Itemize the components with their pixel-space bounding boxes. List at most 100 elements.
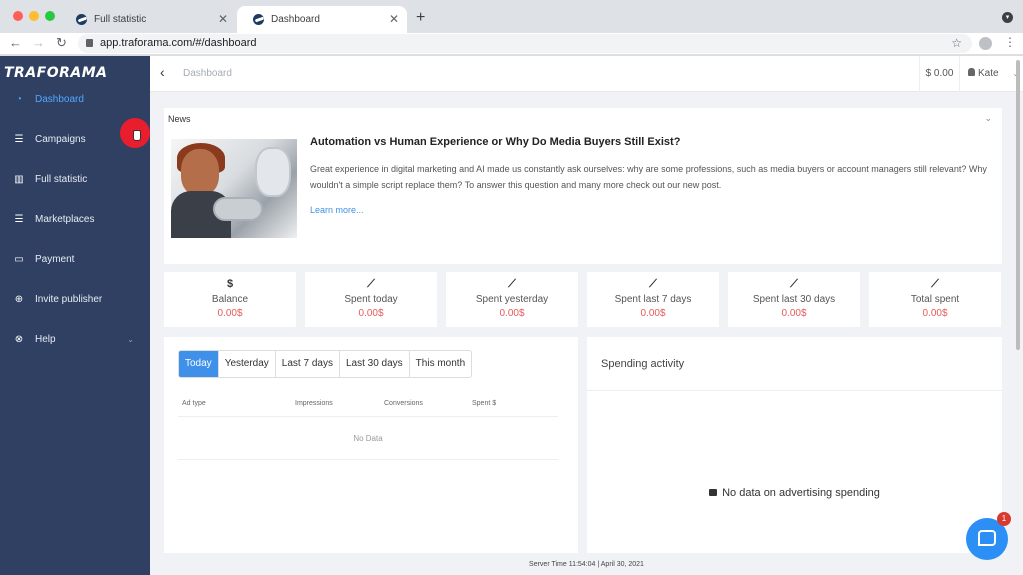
tab-close-icon[interactable]: ✕	[389, 12, 399, 26]
stat-label: Total spent	[910, 294, 960, 305]
user-icon	[968, 68, 975, 76]
tab-title: Full statistic	[94, 14, 147, 25]
image-robot-shape	[255, 147, 291, 197]
sidebar-item-label: Payment	[35, 253, 75, 265]
sidebar-item-payment[interactable]: ▭ Payment	[0, 240, 150, 278]
click-indicator-cursor	[120, 118, 150, 148]
trend-chart-icon: ⟋	[931, 278, 939, 290]
back-chevron-icon[interactable]: ‹	[160, 64, 165, 80]
news-article-image	[171, 139, 297, 238]
stat-label: Spent today	[344, 294, 398, 305]
stat-label: Balance	[211, 294, 249, 305]
filter-yesterday-button[interactable]: Yesterday	[219, 351, 276, 377]
column-header[interactable]: Ad type	[182, 400, 206, 407]
chat-launcher-button[interactable]: 1	[966, 512, 1011, 560]
filter-last-7-days-button[interactable]: Last 7 days	[276, 351, 340, 377]
maximize-window-button[interactable]	[45, 11, 55, 21]
browser-tab-dashboard[interactable]: Dashboard ✕	[237, 6, 407, 33]
credit-card-icon: ▭	[14, 253, 24, 265]
collapse-chevron-icon[interactable]: ⌄	[984, 113, 992, 124]
dollar-icon: $	[226, 278, 234, 290]
column-header[interactable]: Spent $	[472, 400, 496, 407]
filter-today-button[interactable]: Today	[179, 351, 219, 377]
trend-chart-icon: ⟋	[790, 278, 798, 290]
stat-card-spent-last-30-days: ⟋ Spent last 30 days 0.00$	[728, 272, 860, 327]
sidebar-item-label: Dashboard	[35, 93, 84, 105]
sidebar-item-invite-publisher[interactable]: ⊕ Invite publisher	[0, 280, 150, 318]
traforama-favicon-icon	[253, 14, 264, 25]
chat-bubble-icon	[978, 530, 996, 546]
browser-tab-bar: Full statistic ✕ Dashboard ✕ + ▾	[0, 0, 1023, 33]
forward-arrow-icon[interactable]: →	[32, 35, 45, 50]
bar-chart-icon: ▥	[14, 173, 24, 185]
lock-icon	[86, 39, 93, 47]
plus-circle-icon: ⊕	[14, 293, 24, 305]
trend-chart-icon: ⟋	[649, 278, 657, 290]
chevron-down-icon: ⌄	[127, 334, 134, 344]
spending-empty-text: No data on advertising spending	[722, 487, 880, 499]
wallet-icon	[709, 489, 718, 496]
spending-activity-card: Spending activity No data on advertising…	[587, 337, 1002, 553]
header-balance[interactable]: $ 0.00	[919, 56, 959, 92]
bookmark-star-icon[interactable]: ☆	[951, 34, 962, 53]
tab-title: Dashboard	[271, 14, 320, 25]
stat-card-spent-yesterday: ⟋ Spent yesterday 0.00$	[446, 272, 578, 327]
period-filter-group: Today Yesterday Last 7 days Last 30 days…	[178, 350, 473, 378]
sidebar-item-marketplaces[interactable]: ☰ Marketplaces	[0, 200, 150, 238]
notification-badge: 1	[997, 512, 1011, 526]
stat-value: 0.00$	[358, 308, 384, 319]
user-menu[interactable]: Kate ⌄	[959, 56, 1023, 92]
spending-empty-state: No data on advertising spending	[587, 487, 1002, 499]
image-face-shape	[181, 149, 219, 195]
new-tab-button[interactable]: +	[416, 9, 425, 27]
back-arrow-icon[interactable]: ←	[9, 35, 22, 50]
sidebar-item-dashboard[interactable]: ◔ Dashboard	[0, 80, 150, 118]
sidebar-item-full-statistic[interactable]: ▥ Full statistic	[0, 160, 150, 198]
minimize-window-button[interactable]	[29, 11, 39, 21]
news-card: News ⌄ Automation vs Human Experience or…	[164, 108, 1002, 264]
app-root: TRAFORAMA ◔ Dashboard ☰ Campaigns ▥ Full…	[0, 56, 1023, 575]
server-time: Server Time 11:54:04 | April 30, 2021	[529, 561, 644, 568]
help-circle-icon: ⊗	[14, 333, 24, 345]
sidebar-item-label: Campaigns	[35, 133, 86, 145]
column-header[interactable]: Impressions	[295, 400, 333, 407]
news-heading: News	[168, 114, 191, 124]
filter-this-month-button[interactable]: This month	[410, 351, 471, 377]
divider	[587, 390, 1002, 391]
stat-value: 0.00$	[217, 308, 243, 319]
more-menu-icon[interactable]: ⋮	[1004, 35, 1016, 49]
spending-activity-title: Spending activity	[601, 358, 685, 370]
browser-toolbar: ← → ↻ app.traforama.com/#/dashboard ☆ ⋮	[0, 33, 1023, 55]
stat-card-balance: $ Balance 0.00$	[164, 272, 296, 327]
trend-chart-icon: ⟋	[508, 278, 516, 290]
sidebar: TRAFORAMA ◔ Dashboard ☰ Campaigns ▥ Full…	[0, 56, 150, 575]
browser-tab-full-statistic[interactable]: Full statistic ✕	[60, 6, 236, 33]
table-header: Ad type Impressions Conversions Spent $	[178, 395, 558, 417]
tab-search-icon[interactable]: ▾	[1002, 12, 1013, 23]
stat-label: Spent last 30 days	[752, 294, 836, 305]
stat-label: Spent last 7 days	[614, 294, 692, 305]
filter-last-30-days-button[interactable]: Last 30 days	[340, 351, 410, 377]
tab-close-icon[interactable]: ✕	[218, 12, 228, 26]
sliders-icon: ☰	[14, 133, 24, 145]
profile-avatar-icon[interactable]	[979, 37, 992, 50]
url-text: app.traforama.com/#/dashboard	[100, 37, 257, 49]
learn-more-link[interactable]: Learn more...	[310, 205, 364, 215]
dashboard-icon: ◔	[15, 93, 23, 105]
table-empty-state: No Data	[178, 417, 558, 460]
breadcrumb: Dashboard	[183, 68, 232, 79]
stat-card-spent-last-7-days: ⟋ Spent last 7 days 0.00$	[587, 272, 719, 327]
stat-value: 0.00$	[922, 308, 948, 319]
image-arms-shape	[213, 197, 263, 221]
traforama-logo[interactable]: TRAFORAMA	[4, 65, 108, 81]
column-header[interactable]: Conversions	[384, 400, 423, 407]
sidebar-item-help[interactable]: ⊗ Help ⌄	[0, 320, 150, 358]
close-window-button[interactable]	[13, 11, 23, 21]
reload-icon[interactable]: ↻	[56, 35, 67, 51]
sidebar-item-label: Invite publisher	[35, 293, 103, 305]
sliders-icon: ☰	[14, 213, 24, 225]
stat-label: Spent yesterday	[475, 294, 549, 305]
page-scrollbar[interactable]	[1016, 60, 1020, 350]
address-bar[interactable]: app.traforama.com/#/dashboard ☆	[78, 34, 972, 53]
stat-value: 0.00$	[499, 308, 525, 319]
